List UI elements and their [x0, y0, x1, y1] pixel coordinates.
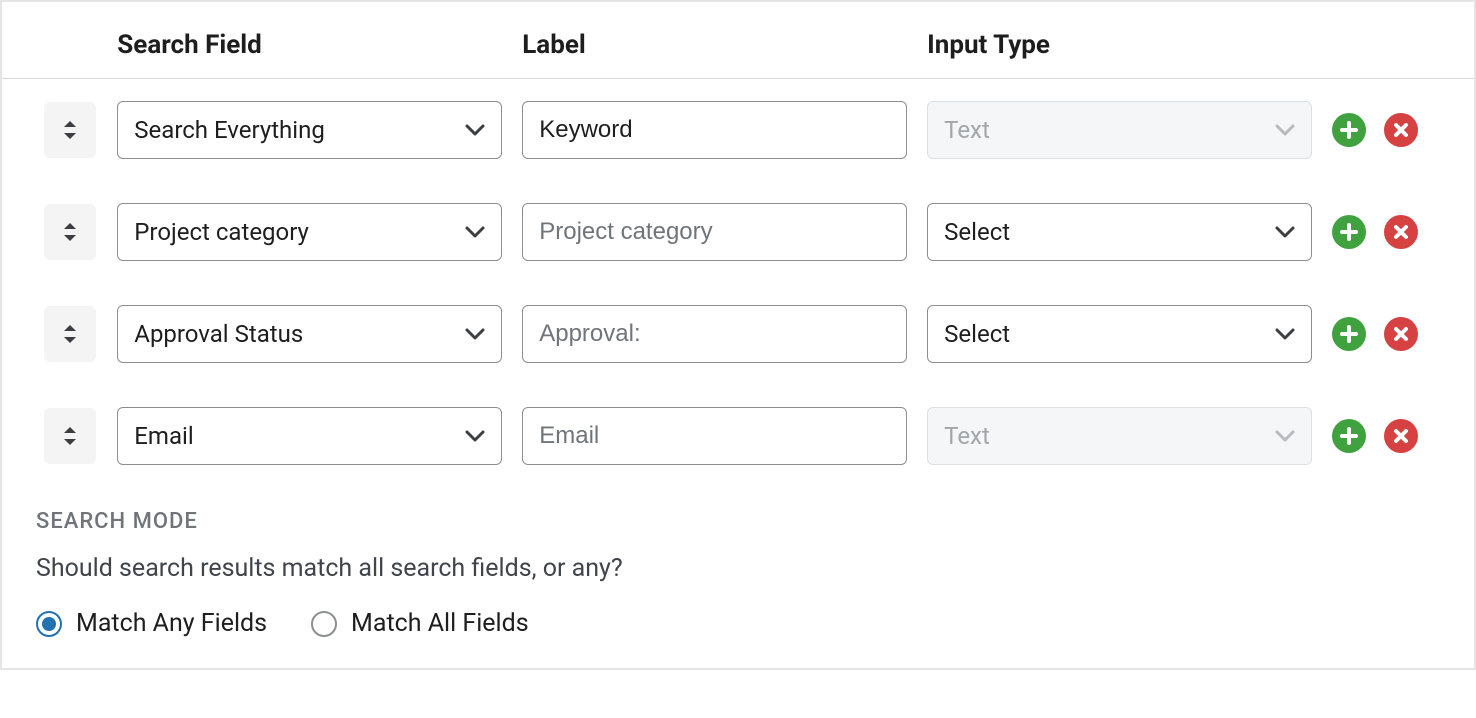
search-fields-table: Search Field Label Input Type Search Eve… [2, 2, 1474, 487]
add-row-button[interactable] [1332, 419, 1366, 453]
add-row-button[interactable] [1332, 215, 1366, 249]
drag-handle[interactable] [44, 408, 96, 464]
input-type-select[interactable]: Select [927, 203, 1312, 261]
header-actions-spacer [1322, 2, 1474, 79]
row-actions [1332, 317, 1464, 351]
header-input-type: Input Type [917, 2, 1322, 79]
table-row: Project category Select [2, 181, 1474, 283]
input-type-select: Text [927, 407, 1312, 465]
search-field-select[interactable]: Search Everything [117, 101, 502, 159]
drag-handle[interactable] [44, 204, 96, 260]
search-mode-section: SEARCH MODE Should search results match … [2, 487, 1474, 668]
delete-row-button[interactable] [1384, 113, 1418, 147]
sort-icon [61, 425, 79, 447]
table-header-row: Search Field Label Input Type [2, 2, 1474, 79]
plus-icon [1339, 426, 1359, 446]
search-field-value: Search Everything [134, 116, 325, 144]
search-mode-options: Match Any Fields Match All Fields [36, 609, 1440, 638]
label-input[interactable] [522, 407, 907, 465]
row-actions [1332, 113, 1464, 147]
label-input[interactable] [522, 305, 907, 363]
close-icon [1392, 325, 1410, 343]
input-type-select[interactable]: Select [927, 305, 1312, 363]
label-input[interactable] [522, 101, 907, 159]
close-icon [1392, 223, 1410, 241]
delete-row-button[interactable] [1384, 215, 1418, 249]
input-type-select: Text [927, 101, 1312, 159]
table-row: Approval Status Select [2, 283, 1474, 385]
radio-indicator-any [36, 611, 62, 637]
close-icon [1392, 427, 1410, 445]
input-type-value: Select [944, 320, 1010, 348]
header-search-field: Search Field [107, 2, 512, 79]
table-row: Email Text [2, 385, 1474, 487]
search-fields-panel: Search Field Label Input Type Search Eve… [0, 0, 1476, 670]
radio-match-any[interactable]: Match Any Fields [36, 609, 267, 638]
radio-label-all: Match All Fields [351, 609, 529, 638]
input-type-value: Text [944, 422, 990, 450]
search-field-select[interactable]: Email [117, 407, 502, 465]
table-row: Search Everything Text [2, 79, 1474, 182]
row-actions [1332, 215, 1464, 249]
header-label: Label [512, 2, 917, 79]
radio-indicator-all [311, 611, 337, 637]
search-field-value: Approval Status [134, 320, 303, 348]
label-input[interactable] [522, 203, 907, 261]
drag-handle[interactable] [44, 306, 96, 362]
input-type-value: Select [944, 218, 1010, 246]
search-field-select[interactable]: Approval Status [117, 305, 502, 363]
header-spacer [2, 2, 107, 79]
radio-match-all[interactable]: Match All Fields [311, 609, 529, 638]
search-field-select[interactable]: Project category [117, 203, 502, 261]
search-mode-description: Should search results match all search f… [36, 554, 1440, 583]
input-type-value: Text [944, 116, 990, 144]
radio-label-any: Match Any Fields [76, 609, 267, 638]
table-body: Search Everything Text Projec [2, 79, 1474, 488]
sort-icon [61, 119, 79, 141]
plus-icon [1339, 120, 1359, 140]
close-icon [1392, 121, 1410, 139]
plus-icon [1339, 222, 1359, 242]
sort-icon [61, 221, 79, 243]
plus-icon [1339, 324, 1359, 344]
row-actions [1332, 419, 1464, 453]
add-row-button[interactable] [1332, 317, 1366, 351]
drag-handle[interactable] [44, 102, 96, 158]
add-row-button[interactable] [1332, 113, 1366, 147]
search-mode-title: SEARCH MODE [36, 509, 1440, 534]
sort-icon [61, 323, 79, 345]
delete-row-button[interactable] [1384, 419, 1418, 453]
search-field-value: Email [134, 422, 193, 450]
search-field-value: Project category [134, 218, 309, 246]
delete-row-button[interactable] [1384, 317, 1418, 351]
